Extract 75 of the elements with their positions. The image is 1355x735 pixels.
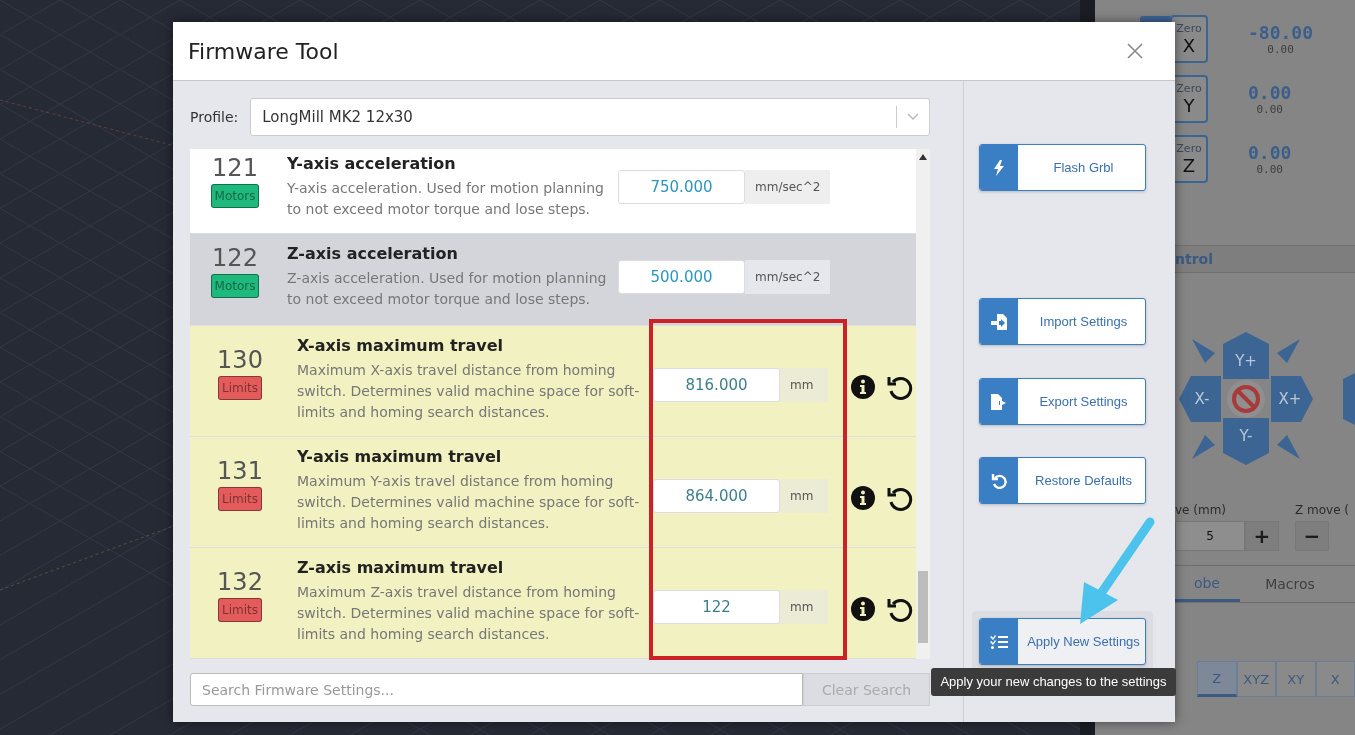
setting-row[interactable]: 130 Limits X-axis maximum travel Maximum X-axis travel distance from homing switch. Determines valid machine space for soft-limits and homing search distances. 816.000 mm — [190, 325, 916, 437]
setting-number: 131 — [217, 456, 263, 485]
setting-description: Maximum X-axis travel distance from homing switch. Determines valid machine space for soft-limits and homing search distances. — [297, 360, 641, 422]
setting-row[interactable]: 122 Motors Z-axis acceleration Z-axis acceleration. Used for motion planning to not exceed motor torque and lose steps. 500.000 mm/sec^2 — [190, 234, 916, 326]
action-button[interactable]: Import Settings — [979, 298, 1146, 345]
file-export-icon — [990, 393, 1008, 410]
setting-row[interactable]: 121 Motors Y-axis acceleration Y-axis acceleration. Used for motion planning to not exceed motor torque and lose steps. 750.000 mm/sec^2 — [190, 149, 916, 235]
field-label: ve (mm) — [1175, 503, 1228, 517]
setting-row[interactable]: 131 Limits Y-axis maximum travel Maximum Y-axis travel distance from homing switch. Determines valid machine space for soft-limits and homing search distances. 864.000 mm — [190, 436, 916, 548]
scroll-up-icon[interactable] — [919, 154, 927, 160]
position-value: 0.00 — [1248, 142, 1292, 163]
field-label: Profile: — [190, 109, 239, 125]
decrement-button[interactable]: − — [1295, 521, 1329, 551]
unit-label: mm/sec^2 — [745, 260, 831, 295]
stop-icon[interactable] — [1227, 380, 1265, 418]
setting-number: 122 — [212, 244, 258, 273]
setting-description: Maximum Y-axis travel distance from homing switch. Determines valid machine space for soft-limits and homing search distances. — [297, 471, 641, 533]
jog-button[interactable]: Y- — [1223, 418, 1269, 465]
jog-button[interactable]: Y+ — [1223, 332, 1269, 379]
checklist-icon — [990, 634, 1008, 649]
lightning-icon — [993, 159, 1005, 176]
field-label: Z move ( — [1295, 503, 1350, 517]
category-tag: Limits — [218, 375, 262, 400]
info-icon[interactable] — [850, 595, 876, 622]
machine-position: 0.00 — [1256, 103, 1283, 116]
close-icon[interactable] — [1127, 43, 1143, 59]
file-import-icon — [990, 313, 1008, 330]
action-button[interactable]: Apply New Settings — [979, 618, 1146, 665]
setting-title: Z-axis acceleration — [287, 244, 459, 264]
setting-row[interactable]: 132 Limits Z-axis maximum travel Maximum Z-axis travel distance from homing switch. Determines valid machine space for soft-limits and homing search distances. 122 mm — [190, 547, 916, 659]
scrollbar[interactable] — [916, 149, 930, 659]
action-button[interactable]: Flash Grbl — [979, 144, 1146, 191]
category-tag: Limits — [218, 486, 262, 511]
machine-position: 0.00 — [1256, 163, 1283, 176]
setting-title: Z-axis maximum travel — [297, 557, 505, 577]
jog-button[interactable]: X+ — [1271, 376, 1313, 422]
position-value: 0.00 — [1248, 82, 1292, 103]
machine-position: 0.00 — [1267, 43, 1294, 56]
unit-label: mm — [780, 367, 828, 402]
action-button[interactable]: Restore Defaults — [979, 457, 1146, 504]
value-input[interactable]: 500.000 — [618, 260, 745, 295]
setting-number: 130 — [217, 345, 263, 374]
value-input[interactable]: 122 — [653, 589, 780, 624]
chevron-down-icon — [907, 113, 919, 121]
setting-description: Y-axis acceleration. Used for motion planning to not exceed motor torque and lose steps. — [287, 179, 605, 219]
value-input[interactable]: 816.000 — [653, 367, 780, 402]
setting-title: Y-axis acceleration — [287, 154, 457, 173]
info-icon[interactable] — [850, 373, 876, 400]
info-icon[interactable] — [850, 484, 876, 511]
scroll-thumb[interactable] — [918, 571, 928, 643]
setting-title: X-axis maximum travel — [297, 335, 505, 355]
setting-description: Z-axis acceleration. Used for motion planning to not exceed motor torque and lose steps. — [287, 269, 608, 310]
unit-label: mm — [780, 478, 828, 513]
action-button[interactable]: Export Settings — [979, 378, 1146, 425]
category-tag: Motors — [210, 274, 260, 299]
dialog-title: Firmware Tool — [188, 38, 339, 64]
position-value: -80.00 — [1248, 22, 1314, 43]
input-field[interactable]: 5 — [1175, 521, 1245, 551]
unit-label: mm — [780, 589, 828, 624]
search-field[interactable]: Search Firmware Settings... — [190, 673, 803, 706]
setting-description: Maximum Z-axis travel distance from homing switch. Determines valid machine space for soft-limits and homing search distances. — [297, 582, 641, 644]
tab[interactable]: Macros — [1240, 566, 1340, 602]
category-tag: Motors — [210, 184, 260, 208]
value-input[interactable]: 864.000 — [653, 478, 780, 513]
tooltip: Apply your new changes to the settings — [931, 668, 1176, 696]
undo-icon — [991, 472, 1007, 489]
unit-label: mm/sec^2 — [745, 170, 831, 204]
setting-number: 121 — [212, 154, 258, 182]
value-input[interactable]: 750.000 — [618, 170, 745, 204]
increment-button[interactable]: + — [1245, 521, 1279, 551]
jog-button[interactable]: X- — [1179, 376, 1221, 422]
profile-dropdown[interactable]: LongMill MK2 12x30 — [250, 98, 930, 136]
setting-number: 132 — [217, 567, 263, 596]
category-tag: Limits — [218, 597, 262, 622]
setting-title: Y-axis maximum travel — [297, 446, 503, 466]
